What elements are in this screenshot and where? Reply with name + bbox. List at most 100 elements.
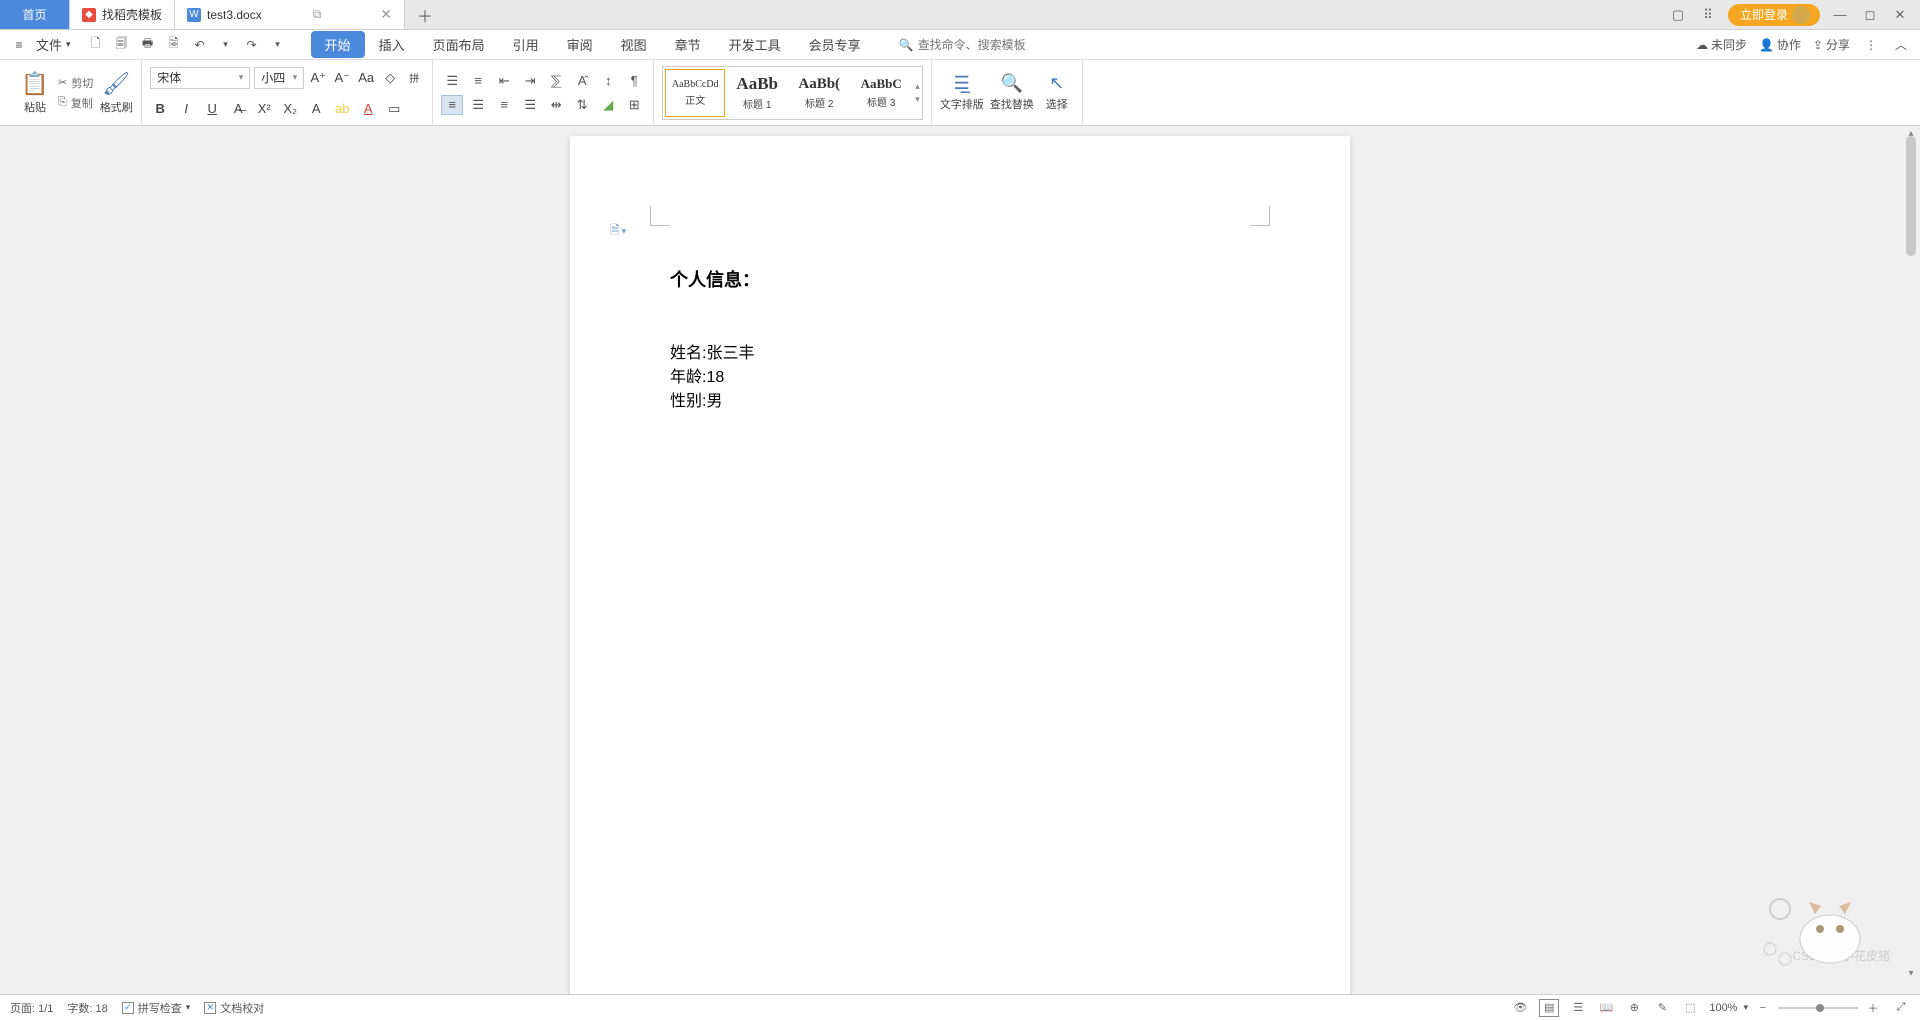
save-icon[interactable]: 🗋 bbox=[87, 36, 105, 54]
chevron-down-icon[interactable]: ▾ bbox=[269, 36, 287, 54]
format-painter-button[interactable]: 🖌 格式刷 bbox=[99, 71, 133, 115]
scroll-thumb[interactable] bbox=[1906, 136, 1916, 256]
tab-chapter[interactable]: 章节 bbox=[661, 31, 715, 58]
font-size-select[interactable]: 小四▾ bbox=[254, 67, 304, 89]
text-layout-button[interactable]: ☰̲ 文字排版 bbox=[940, 73, 984, 112]
font-name-select[interactable]: 宋体▾ bbox=[150, 67, 250, 89]
grow-font-button[interactable]: A⁺ bbox=[308, 68, 328, 88]
tab-add-button[interactable]: ＋ bbox=[405, 0, 445, 29]
tab-home[interactable]: 首页 bbox=[0, 0, 70, 29]
tab-references[interactable]: 引用 bbox=[499, 31, 553, 58]
text-direction-button[interactable]: А̂ bbox=[571, 71, 593, 91]
strikethrough-button[interactable]: A̶ bbox=[228, 99, 248, 119]
view-outline-icon[interactable]: ☰ bbox=[1569, 999, 1587, 1017]
fit-icon[interactable]: ⬚ bbox=[1681, 999, 1699, 1017]
redo-button[interactable]: ↷ bbox=[243, 36, 261, 54]
tab-docker-templates[interactable]: ◆ 找稻壳模板 bbox=[70, 0, 175, 29]
doc-heading[interactable]: 个人信息： bbox=[670, 266, 1250, 292]
page-indicator[interactable]: 页面: 1/1 bbox=[10, 1000, 53, 1016]
file-menu[interactable]: 文件 ▾ bbox=[36, 35, 71, 54]
tab-view[interactable]: 视图 bbox=[607, 31, 661, 58]
style-scroll[interactable]: ▴▾ bbox=[915, 81, 920, 105]
numbering-button[interactable]: ≡ bbox=[467, 71, 489, 91]
bullets-button[interactable]: ☰ bbox=[441, 71, 463, 91]
shading-button[interactable]: ◢ bbox=[597, 95, 619, 115]
doc-line[interactable]: 年龄:18 bbox=[670, 366, 1250, 390]
eye-icon[interactable]: 👁 bbox=[1511, 999, 1529, 1017]
print-icon[interactable]: 🖶 bbox=[139, 36, 157, 54]
shrink-font-button[interactable]: A⁻ bbox=[332, 68, 352, 88]
collapse-ribbon-icon[interactable]: ︿ bbox=[1892, 36, 1910, 54]
document-page[interactable]: 🗎▾ 个人信息： 姓名:张三丰 年龄:18 性别:男 bbox=[570, 136, 1350, 994]
tab-member[interactable]: 会员专享 bbox=[795, 31, 875, 58]
maximize-button[interactable]: ◻ bbox=[1860, 5, 1880, 25]
distribute-button[interactable]: ⇹ bbox=[545, 95, 567, 115]
text-effects-button[interactable]: A bbox=[306, 99, 326, 119]
underline-button[interactable]: U bbox=[202, 99, 222, 119]
style-heading2[interactable]: AaBb( 标题 2 bbox=[789, 69, 849, 117]
sync-status[interactable]: ☁未同步 bbox=[1696, 36, 1747, 53]
popout-icon[interactable]: ⧉ bbox=[313, 7, 322, 22]
font-color-button[interactable]: A bbox=[358, 99, 378, 119]
paste-button[interactable]: 📋 粘贴 bbox=[18, 71, 52, 115]
copy-button[interactable]: ⎘复制 bbox=[58, 95, 93, 111]
view-focus-icon[interactable]: ✎ bbox=[1653, 999, 1671, 1017]
grid-icon[interactable]: ⠿ bbox=[1698, 5, 1718, 25]
spellcheck-toggle[interactable]: ✓拼写检查▾ bbox=[122, 1000, 191, 1016]
style-normal[interactable]: AaBbCcDd 正文 bbox=[665, 69, 725, 117]
view-read-icon[interactable]: 📖 bbox=[1597, 999, 1615, 1017]
close-icon[interactable]: ✕ bbox=[380, 6, 392, 23]
tab-page-layout[interactable]: 页面布局 bbox=[419, 31, 499, 58]
align-justify-button[interactable]: ☰ bbox=[519, 95, 541, 115]
command-search[interactable]: 🔍 bbox=[899, 38, 1058, 52]
align-right-button[interactable]: ≡ bbox=[493, 95, 515, 115]
increase-indent-button[interactable]: ⇥ bbox=[519, 71, 541, 91]
tab-insert[interactable]: 插入 bbox=[365, 31, 419, 58]
close-window-button[interactable]: ✕ bbox=[1890, 5, 1910, 25]
proofread-toggle[interactable]: ✕文档校对 bbox=[204, 1000, 264, 1016]
hamburger-icon[interactable]: ≡ bbox=[10, 36, 28, 54]
login-button[interactable]: 立即登录 bbox=[1728, 4, 1820, 26]
zoom-out-button[interactable]: − bbox=[1754, 999, 1772, 1017]
page-content[interactable]: 个人信息： 姓名:张三丰 年龄:18 性别:男 bbox=[570, 136, 1350, 474]
doc-line[interactable]: 性别:男 bbox=[670, 390, 1250, 414]
align-left-button[interactable]: ≡ bbox=[441, 95, 463, 115]
subscript-button[interactable]: X₂ bbox=[280, 99, 300, 119]
select-button[interactable]: ↖ 选择 bbox=[1040, 73, 1074, 112]
zoom-in-button[interactable]: ＋ bbox=[1864, 999, 1882, 1017]
borders-button[interactable]: ⊞ bbox=[623, 95, 645, 115]
undo-button[interactable]: ↶ bbox=[191, 36, 209, 54]
highlight-button[interactable]: ab bbox=[332, 99, 352, 119]
slider-thumb[interactable] bbox=[1816, 1004, 1824, 1012]
italic-button[interactable]: I bbox=[176, 99, 196, 119]
char-border-button[interactable]: ▭ bbox=[384, 99, 404, 119]
phonetic-guide-button[interactable]: 拼 bbox=[404, 68, 424, 88]
print-preview-icon[interactable]: 🗟 bbox=[165, 36, 183, 54]
doc-line[interactable]: 姓名:张三丰 bbox=[670, 342, 1250, 366]
tab-document[interactable]: W test3.docx ⧉ ✕ bbox=[175, 0, 405, 29]
change-case-button[interactable]: Aa bbox=[356, 68, 376, 88]
word-count[interactable]: 字数: 18 bbox=[67, 1000, 107, 1016]
fullscreen-icon[interactable]: ⤢ bbox=[1892, 999, 1910, 1017]
scroll-down-icon[interactable]: ▾ bbox=[1904, 966, 1918, 980]
clear-format-button[interactable]: ◇ bbox=[380, 68, 400, 88]
share-button[interactable]: ⇪分享 bbox=[1813, 36, 1850, 53]
save-as-icon[interactable]: 🗐 bbox=[113, 36, 131, 54]
coop-button[interactable]: 👤协作 bbox=[1759, 36, 1801, 53]
zoom-slider[interactable] bbox=[1778, 1007, 1858, 1009]
tab-start[interactable]: 开始 bbox=[311, 31, 365, 58]
more-icon[interactable]: ⋮ bbox=[1862, 36, 1880, 54]
zoom-value[interactable]: 100% bbox=[1709, 1002, 1737, 1014]
decrease-indent-button[interactable]: ⇤ bbox=[493, 71, 515, 91]
cut-button[interactable]: ✂剪切 bbox=[58, 75, 93, 91]
asian-layout-button[interactable]: ↕ bbox=[597, 71, 619, 91]
chevron-down-icon[interactable]: ▾ bbox=[217, 36, 235, 54]
bold-button[interactable]: B bbox=[150, 99, 170, 119]
layout-icon[interactable]: ▢ bbox=[1668, 5, 1688, 25]
align-center-button[interactable]: ☰ bbox=[467, 95, 489, 115]
style-heading3[interactable]: AaBbC 标题 3 bbox=[851, 69, 911, 117]
minimize-button[interactable]: — bbox=[1830, 5, 1850, 25]
chevron-down-icon[interactable]: ▾ bbox=[1743, 1002, 1748, 1013]
show-marks-button[interactable]: ¶ bbox=[623, 71, 645, 91]
tab-developer[interactable]: 开发工具 bbox=[715, 31, 795, 58]
